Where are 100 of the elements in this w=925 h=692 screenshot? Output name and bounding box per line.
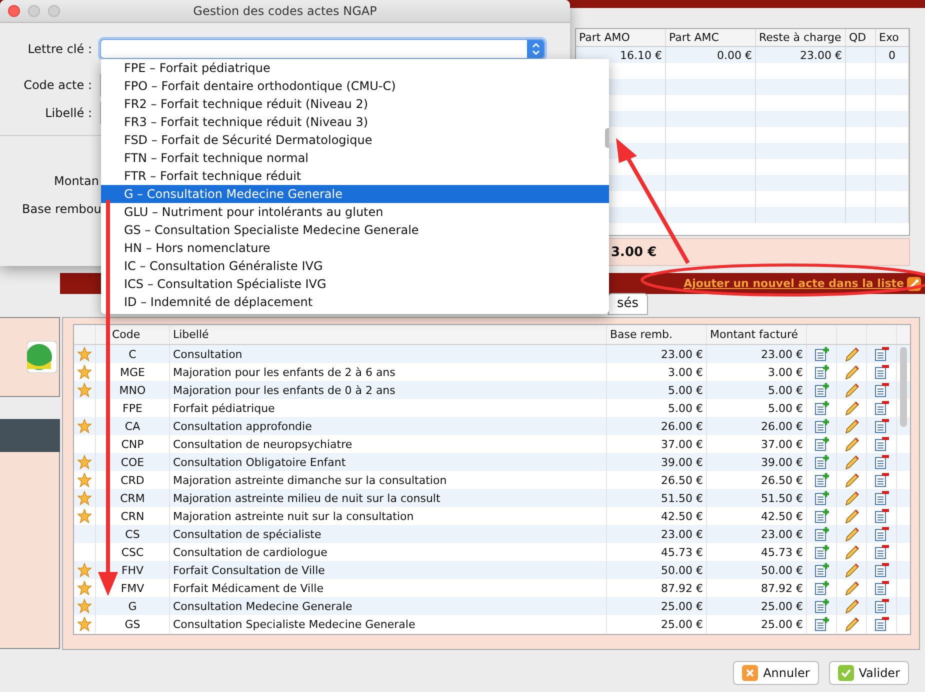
pencil-icon[interactable] bbox=[844, 616, 860, 632]
table-cell: 5.00 € bbox=[607, 381, 707, 399]
pencil-icon[interactable] bbox=[844, 400, 860, 416]
table-cell: Forfait Consultation de Ville bbox=[170, 561, 607, 579]
add-document-icon[interactable] bbox=[814, 490, 830, 506]
star-icon[interactable] bbox=[77, 454, 92, 470]
add-document-icon[interactable] bbox=[814, 436, 830, 452]
star-icon[interactable] bbox=[77, 490, 92, 506]
document-flag-icon[interactable] bbox=[874, 364, 890, 380]
table-cell: Consultation Specialiste Medecine Generale bbox=[170, 615, 607, 633]
add-document-icon[interactable] bbox=[814, 580, 830, 596]
pencil-icon[interactable] bbox=[844, 382, 860, 398]
add-document-icon[interactable] bbox=[814, 562, 830, 578]
document-flag-icon[interactable] bbox=[874, 616, 890, 632]
add-document-icon[interactable] bbox=[814, 598, 830, 614]
table-cell: 26.00 € bbox=[607, 417, 707, 435]
pencil-icon[interactable] bbox=[844, 580, 860, 596]
document-flag-icon[interactable] bbox=[874, 490, 890, 506]
add-act-link[interactable]: Ajouter un nouvel acte dans la liste bbox=[684, 277, 904, 290]
pencil-icon[interactable] bbox=[844, 490, 860, 506]
pencil-icon[interactable] bbox=[844, 508, 860, 524]
star-icon[interactable] bbox=[77, 562, 92, 578]
column-header: Montant facturé bbox=[707, 325, 807, 344]
column-header: Part AMO bbox=[576, 29, 666, 46]
document-flag-icon[interactable] bbox=[874, 508, 890, 524]
add-document-icon[interactable] bbox=[814, 508, 830, 524]
table-cell: 23.00 € bbox=[756, 47, 846, 63]
menu-item[interactable]: GLU – Nutriment pour intolérants au gluten bbox=[101, 203, 609, 221]
document-flag-icon[interactable] bbox=[874, 562, 890, 578]
add-document-icon[interactable] bbox=[814, 418, 830, 434]
menu-item[interactable]: FR2 – Forfait technique réduit (Niveau 2) bbox=[101, 95, 609, 113]
pencil-icon[interactable] bbox=[844, 418, 860, 434]
add-document-icon[interactable] bbox=[814, 454, 830, 470]
pencil-icon[interactable] bbox=[844, 526, 860, 542]
table-cell: 25.00 € bbox=[707, 615, 807, 633]
menu-item[interactable]: ICS – Consultation Spécialiste IVG bbox=[101, 275, 609, 293]
pencil-icon[interactable] bbox=[844, 544, 860, 560]
pencil-icon[interactable] bbox=[844, 562, 860, 578]
table-cell: Majoration astreinte milieu de nuit sur la consult bbox=[170, 489, 607, 507]
document-flag-icon[interactable] bbox=[874, 418, 890, 434]
table-cell: 51.50 € bbox=[707, 489, 807, 507]
star-icon[interactable] bbox=[77, 346, 92, 362]
document-flag-icon[interactable] bbox=[874, 382, 890, 398]
add-document-icon[interactable] bbox=[814, 544, 830, 560]
star-icon[interactable] bbox=[77, 508, 92, 524]
star-icon[interactable] bbox=[77, 598, 92, 614]
star-icon[interactable] bbox=[77, 418, 92, 434]
add-document-icon[interactable] bbox=[814, 400, 830, 416]
field-label: Base rembou bbox=[22, 202, 102, 216]
menu-item[interactable]: FR3 – Forfait technique réduit (Niveau 3) bbox=[101, 113, 609, 131]
pencil-icon[interactable] bbox=[844, 346, 860, 362]
menu-item[interactable]: GS – Consultation Specialiste Medecine Generale bbox=[101, 221, 609, 239]
star-icon[interactable] bbox=[77, 472, 92, 488]
pencil-icon[interactable] bbox=[844, 364, 860, 380]
document-flag-icon[interactable] bbox=[874, 436, 890, 452]
star-icon[interactable] bbox=[77, 364, 92, 380]
add-document-icon[interactable] bbox=[814, 472, 830, 488]
close-button[interactable] bbox=[8, 5, 20, 17]
star-icon[interactable] bbox=[77, 580, 92, 596]
menu-item[interactable]: ID – Indemnité de déplacement bbox=[101, 293, 609, 311]
document-flag-icon[interactable] bbox=[874, 400, 890, 416]
add-document-icon[interactable] bbox=[814, 616, 830, 632]
pencil-icon[interactable] bbox=[844, 436, 860, 452]
table-cell: Consultation Obligatoire Enfant bbox=[170, 453, 607, 471]
add-document-icon[interactable] bbox=[814, 364, 830, 380]
column-header: QD bbox=[846, 29, 876, 46]
pencil-icon[interactable] bbox=[844, 598, 860, 614]
star-icon[interactable] bbox=[77, 382, 92, 398]
menu-item[interactable]: FPO – Forfait dentaire orthodontique (CMU-C) bbox=[101, 77, 609, 95]
add-document-icon[interactable] bbox=[814, 382, 830, 398]
table-cell: 39.00 € bbox=[707, 453, 807, 471]
tab[interactable]: sés bbox=[608, 293, 648, 315]
pencil-icon[interactable] bbox=[844, 472, 860, 488]
validate-button[interactable]: Valider bbox=[828, 661, 909, 685]
document-flag-icon[interactable] bbox=[874, 598, 890, 614]
table-cell: C bbox=[96, 345, 170, 363]
star-icon[interactable] bbox=[77, 616, 92, 632]
checkmark-icon bbox=[838, 665, 854, 681]
menu-item[interactable]: FTN – Forfait technique normal bbox=[101, 149, 609, 167]
select-field[interactable] bbox=[100, 39, 545, 59]
document-flag-icon[interactable] bbox=[874, 544, 890, 560]
add-document-icon[interactable] bbox=[814, 346, 830, 362]
menu-item[interactable]: G – Consultation Medecine Generale bbox=[101, 185, 609, 203]
document-flag-icon[interactable] bbox=[874, 526, 890, 542]
pencil-icon[interactable] bbox=[844, 454, 860, 470]
document-flag-icon[interactable] bbox=[874, 454, 890, 470]
menu-item[interactable]: HN – Hors nomenclature bbox=[101, 239, 609, 257]
menu-item[interactable]: FSD – Forfait de Sécurité Dermatologique bbox=[101, 131, 609, 149]
add-document-icon[interactable] bbox=[814, 526, 830, 542]
document-flag-icon[interactable] bbox=[874, 346, 890, 362]
table-cell: 50.00 € bbox=[607, 561, 707, 579]
table-cell: Consultation de spécialiste bbox=[170, 525, 607, 543]
cancel-button[interactable]: Annuler bbox=[733, 661, 819, 685]
menu-item[interactable]: IC – Consultation Généraliste IVG bbox=[101, 257, 609, 275]
document-flag-icon[interactable] bbox=[874, 580, 890, 596]
scrollbar-thumb[interactable] bbox=[900, 347, 907, 427]
menu-item[interactable]: FTR – Forfait technique réduit bbox=[101, 167, 609, 185]
table-cell: 23.00 € bbox=[707, 345, 807, 363]
document-flag-icon[interactable] bbox=[874, 472, 890, 488]
table-cell: MNO bbox=[96, 381, 170, 399]
